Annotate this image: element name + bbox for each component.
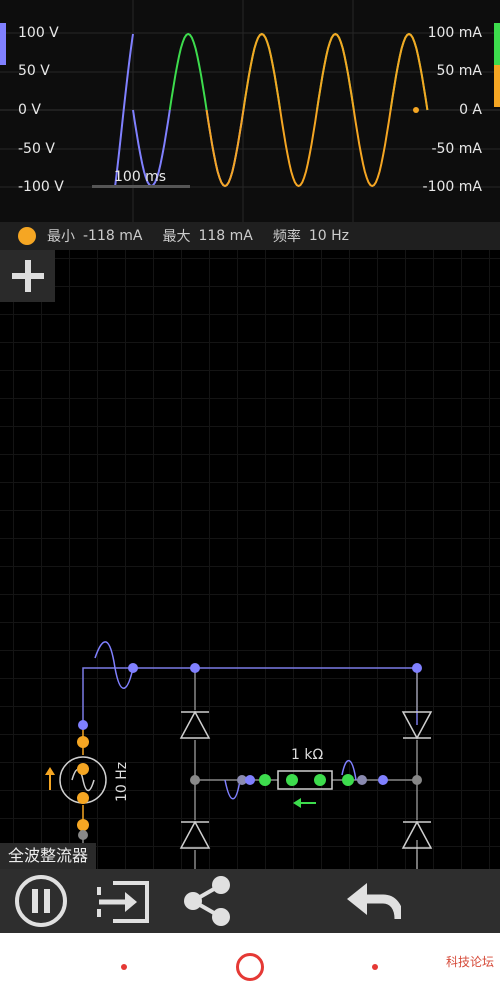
nav-menu-dot-icon[interactable]	[121, 964, 127, 970]
axis-label: 100 V	[18, 25, 59, 41]
node	[190, 775, 200, 785]
source-frequency-label: 10 Hz	[114, 762, 130, 802]
ac-source	[45, 725, 107, 835]
share-icon	[184, 876, 230, 926]
voltage-channel-marker[interactable]	[0, 23, 6, 65]
axis-label: 50 V	[18, 63, 50, 79]
diode-bottom-left	[179, 820, 211, 849]
home-circle-icon[interactable]	[235, 952, 265, 982]
undo-icon	[347, 883, 401, 920]
axis-label: 100 mA	[427, 25, 482, 41]
charge-dot	[259, 774, 271, 786]
node	[78, 720, 88, 730]
diode-top-left	[179, 710, 211, 739]
axis-label: -100 mA	[422, 179, 482, 195]
freq-value: 10 Hz	[308, 228, 349, 244]
axis-label: 0 V	[18, 102, 41, 118]
min-label: 最小	[47, 229, 75, 245]
measurement-bar: 最小 -118 mA 最大 118 mA 频率 10 Hz	[0, 222, 500, 250]
current-channel-marker-green[interactable]	[494, 23, 500, 65]
current-channel-marker-orange[interactable]	[494, 65, 500, 107]
charge-dot	[77, 819, 89, 831]
plus-icon	[11, 260, 44, 292]
charge-dot	[314, 774, 326, 786]
node	[412, 663, 422, 673]
charge-dot	[77, 736, 89, 748]
bottom-wire	[416, 840, 418, 872]
node	[78, 830, 88, 840]
undo-button[interactable]	[345, 875, 401, 927]
axis-label: -100 V	[18, 179, 64, 195]
node	[357, 775, 367, 785]
top-wire	[82, 667, 418, 725]
min-value: -118 mA	[83, 228, 143, 244]
bottom-toolbar	[0, 869, 500, 933]
oscilloscope[interactable]: 100 V 50 V 0 V -50 V -100 V 100 mA 50 mA…	[0, 0, 500, 222]
node	[378, 775, 388, 785]
charge-dot	[342, 774, 354, 786]
axis-label: -50 V	[18, 141, 55, 157]
pause-icon	[15, 875, 67, 927]
trace-cursor	[413, 107, 419, 113]
share-button[interactable]	[180, 875, 236, 927]
add-component-button[interactable]	[0, 250, 55, 302]
node	[245, 775, 255, 785]
charge-dot	[286, 774, 298, 786]
export-icon	[97, 881, 149, 923]
node	[190, 663, 200, 673]
watermark: 科技论坛	[445, 955, 494, 969]
system-navigation-bar	[0, 933, 500, 1000]
axis-label: 50 mA	[436, 63, 482, 79]
probe-color-dot	[18, 227, 36, 245]
freq-label: 频率	[272, 229, 301, 245]
node	[128, 663, 138, 673]
max-label: 最大	[162, 229, 191, 245]
pause-button[interactable]	[13, 875, 69, 927]
resistor-label: 1 kΩ	[291, 747, 323, 763]
max-value: 118 mA	[198, 228, 253, 244]
charge-dot	[77, 792, 89, 804]
axis-label: 0 A	[459, 102, 482, 118]
charge-dot	[77, 763, 89, 775]
timebase-bar	[92, 185, 190, 188]
circuit-diagram: 1 kΩ 0 V 10 Hz	[45, 641, 433, 872]
current-arrow	[293, 798, 316, 808]
nav-back-dot-icon[interactable]	[372, 964, 378, 970]
circuit-canvas[interactable]: 1 kΩ 0 V 10 Hz	[0, 250, 500, 872]
axis-label: -50 mA	[431, 141, 482, 157]
node	[412, 775, 422, 785]
timebase-label: 100 ms	[114, 169, 167, 185]
export-button[interactable]	[94, 875, 150, 927]
circuit-name-label: 全波整流器	[0, 843, 97, 869]
